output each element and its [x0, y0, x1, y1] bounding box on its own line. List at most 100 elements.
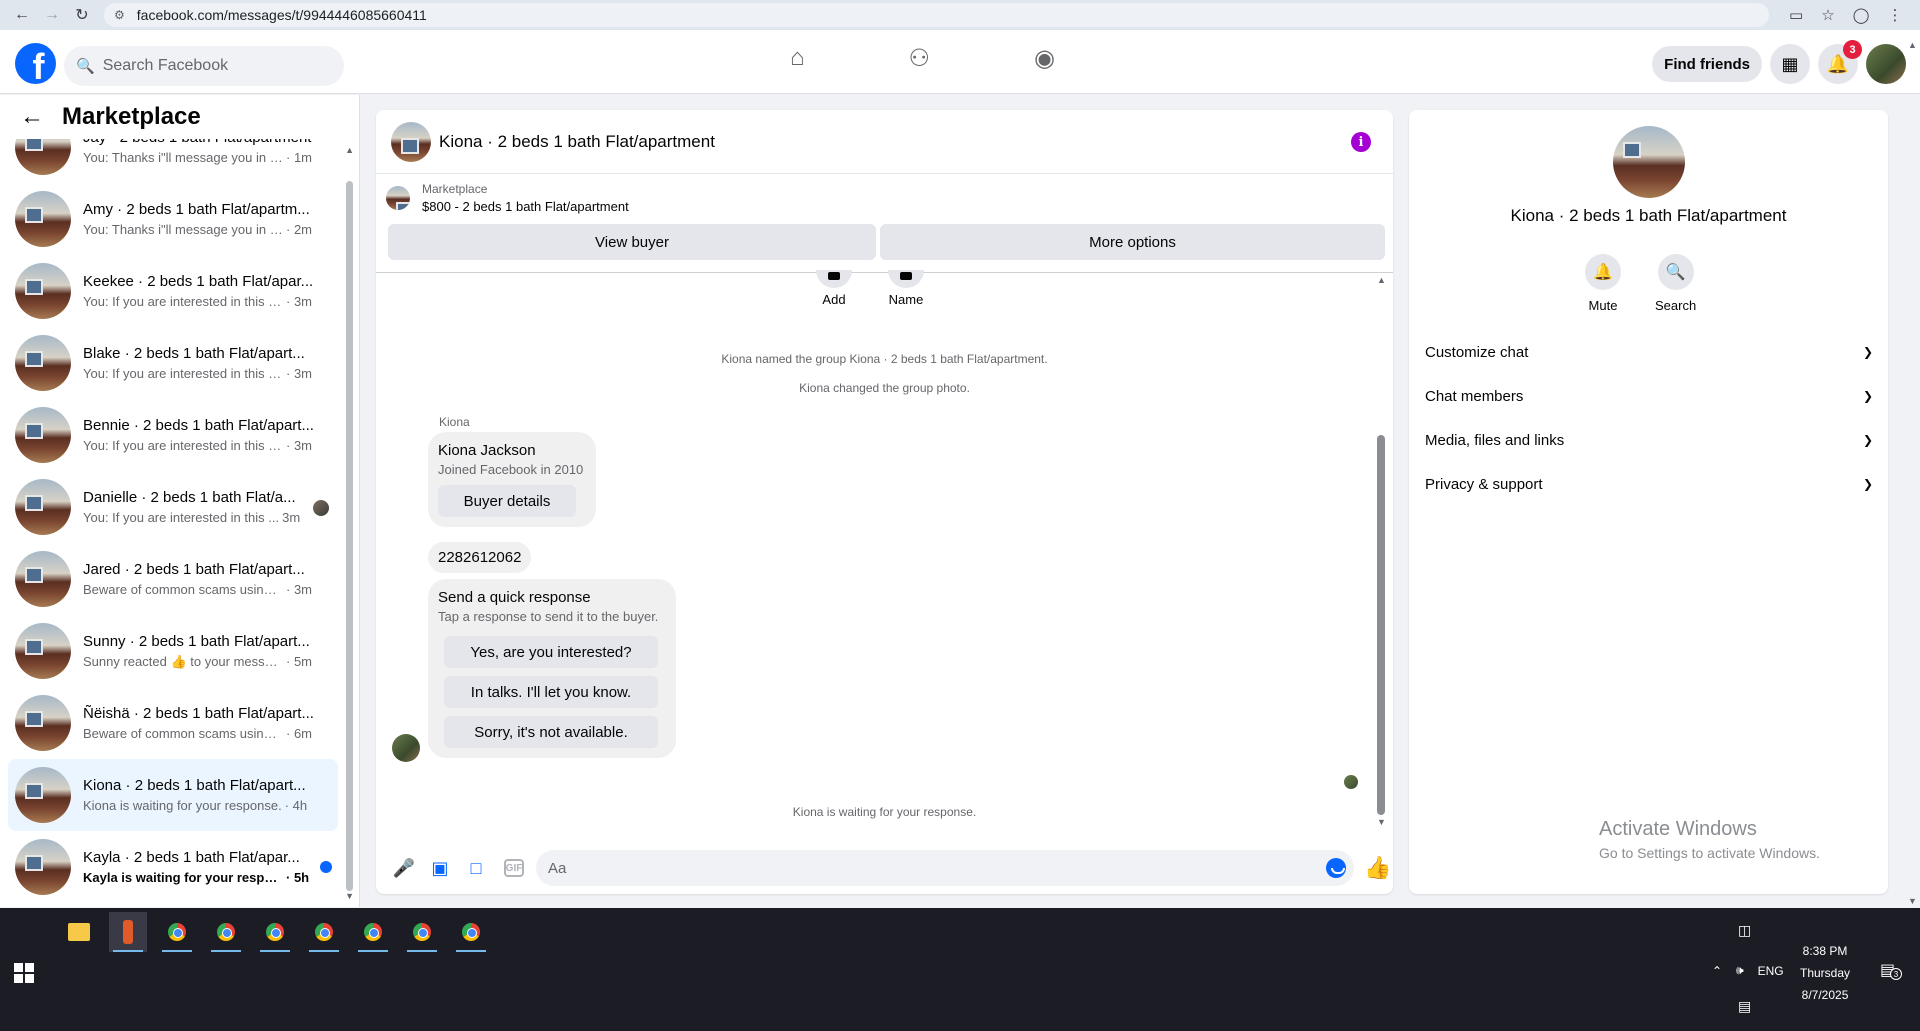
microphone-icon[interactable]: 🎤 [390, 854, 418, 882]
conversation-time: · 3m [286, 582, 312, 597]
chat-thumbnail[interactable] [391, 121, 431, 162]
quick-reply-unavailable-button[interactable]: Sorry, it's not available. [444, 716, 658, 748]
conversation-item[interactable]: Danielle · 2 beds 1 bath Flat/a... You: … [8, 471, 338, 543]
sender-name: Kiona [439, 415, 470, 429]
conversation-list: Jay · 2 beds 1 bath Flat/apartment You: … [8, 119, 338, 903]
quick-reply-talks-button[interactable]: In talks. I'll let you know. [444, 676, 658, 708]
back-arrow-icon[interactable]: ← [10, 3, 34, 27]
listing-thumbnail [386, 186, 410, 210]
conversation-time: · 2m [286, 222, 312, 237]
file-explorer-icon[interactable] [60, 912, 98, 952]
chrome-window-icon[interactable] [354, 912, 392, 952]
privacy-support-row[interactable]: Privacy & support ❯ [1425, 462, 1873, 506]
meet-now-icon[interactable]: ◫ [1738, 922, 1751, 939]
back-arrow-icon[interactable]: ← [20, 103, 44, 131]
chat-header: Kiona · 2 beds 1 bath Flat/apartment i [376, 110, 1393, 174]
message-input[interactable]: Aa [536, 850, 1354, 886]
volume-icon[interactable]: 🕪 [1736, 963, 1744, 978]
forward-arrow-icon[interactable]: → [40, 3, 64, 27]
conversation-item[interactable]: Ñëishä · 2 beds 1 bath Flat/apart... Bew… [8, 687, 338, 759]
groups-icon[interactable]: ◉ [1034, 44, 1055, 73]
scroll-up-icon[interactable]: ▲ [345, 145, 354, 155]
mute-button[interactable]: 🔔 Mute [1585, 254, 1621, 313]
network-icon[interactable]: ▤ [1738, 998, 1751, 1015]
chat-scrollbar[interactable] [1377, 435, 1385, 815]
info-icon[interactable]: i [1351, 132, 1371, 152]
conversation-item[interactable]: Jared · 2 beds 1 bath Flat/apart... Bewa… [8, 543, 338, 615]
chat-photo[interactable] [1613, 126, 1685, 198]
page-scroll-up-icon[interactable]: ▲ [1908, 40, 1917, 50]
notifications-bell-icon[interactable]: 🔔 3 [1818, 40, 1862, 84]
name-group-button[interactable]: Name [888, 270, 924, 307]
add-icon [816, 270, 852, 288]
system-clock[interactable]: 8:38 PM Thursday 8/7/2025 [1800, 940, 1850, 1006]
thumbs-up-icon[interactable]: 👍 [1364, 855, 1391, 881]
conversation-time: · 6m [286, 726, 312, 741]
address-bar[interactable]: ⚙ facebook.com/messages/t/99444460856604… [104, 3, 1769, 27]
language-indicator[interactable]: ENG [1758, 964, 1784, 978]
sidebar-scrollbar[interactable] [346, 181, 353, 891]
add-people-button[interactable]: Add [816, 270, 852, 307]
chrome-window-icon[interactable] [256, 912, 294, 952]
media-files-links-row[interactable]: Media, files and links ❯ [1425, 418, 1873, 462]
search-input[interactable]: 🔍 Search Facebook [64, 46, 344, 86]
profile-icon[interactable]: ◯ [1853, 6, 1870, 24]
conversation-item[interactable]: Amy · 2 beds 1 bath Flat/apartm... You: … [8, 183, 338, 255]
conversation-item-unread[interactable]: Kayla · 2 beds 1 bath Flat/apar... Kayla… [8, 831, 338, 903]
chat-panel: Kiona · 2 beds 1 bath Flat/apartment i M… [376, 110, 1393, 894]
conversation-name: Blake · 2 beds 1 bath Flat/apart... [83, 345, 305, 362]
section-label: Chat members [1425, 387, 1524, 405]
listing-summary[interactable]: Marketplace $800 - 2 beds 1 bath Flat/ap… [386, 182, 629, 214]
more-options-button[interactable]: More options [880, 224, 1385, 260]
system-message: Kiona changed the group photo. [799, 381, 970, 395]
reload-icon[interactable]: ↻ [70, 3, 94, 27]
conversation-snippet: You: If you are interested in this ... [83, 510, 280, 525]
chrome-window-icon[interactable] [158, 912, 196, 952]
listing-thumbnail [15, 767, 71, 823]
chat-members-row[interactable]: Chat members ❯ [1425, 374, 1873, 418]
chrome-window-icon[interactable] [452, 912, 490, 952]
chrome-window-icon[interactable] [403, 912, 441, 952]
gif-icon[interactable]: GIF [504, 859, 524, 877]
emoji-icon[interactable] [1326, 858, 1346, 878]
buyer-details-button[interactable]: Buyer details [438, 485, 576, 517]
chat-title[interactable]: Kiona · 2 beds 1 bath Flat/apartment [439, 132, 715, 152]
menu-kebab-icon[interactable]: ⋮ [1887, 6, 1902, 24]
scroll-down-icon[interactable]: ▼ [345, 891, 354, 901]
conversation-item[interactable]: Keekee · 2 beds 1 bath Flat/apar... You:… [8, 255, 338, 327]
conversation-item[interactable]: Bennie · 2 beds 1 bath Flat/apart... You… [8, 399, 338, 471]
chevron-down-icon: ❯ [1862, 433, 1873, 447]
chrome-window-icon[interactable] [207, 912, 245, 952]
search-button[interactable]: 🔍 Search [1655, 254, 1696, 313]
conversation-snippet: Sunny reacted 👍 to your message [83, 653, 283, 669]
conversation-item[interactable]: Blake · 2 beds 1 bath Flat/apart... You:… [8, 327, 338, 399]
conversation-item[interactable]: Sunny · 2 beds 1 bath Flat/apart... Sunn… [8, 615, 338, 687]
customize-chat-row[interactable]: Customize chat ❯ [1425, 330, 1873, 374]
scroll-down-icon[interactable]: ▼ [1377, 817, 1386, 827]
home-icon[interactable]: ⌂ [790, 44, 805, 73]
bookmark-star-icon[interactable]: ☆ [1821, 6, 1834, 24]
view-buyer-button[interactable]: View buyer [388, 224, 876, 260]
menu-grid-icon[interactable]: ▦ [1770, 44, 1810, 84]
facebook-logo-icon[interactable]: f [15, 43, 56, 84]
install-app-icon[interactable]: ▭ [1789, 6, 1803, 24]
tray-chevron-up-icon[interactable]: ⌃ [1712, 964, 1722, 978]
conversation-name: Keekee · 2 beds 1 bath Flat/apar... [83, 273, 314, 290]
conversation-time: · 5m [286, 653, 312, 669]
scroll-up-icon[interactable]: ▲ [1377, 275, 1386, 285]
account-avatar[interactable] [1866, 44, 1906, 84]
find-friends-button[interactable]: Find friends [1652, 46, 1762, 82]
listing-label: Marketplace [422, 182, 488, 196]
conversation-item-active[interactable]: Kiona · 2 beds 1 bath Flat/apart... Kion… [8, 759, 338, 831]
quick-reply-yes-button[interactable]: Yes, are you interested? [444, 636, 658, 668]
sticker-icon[interactable]: □ [462, 854, 490, 882]
action-center-icon[interactable]: ▤ 3 [1880, 960, 1902, 980]
site-info-icon[interactable]: ⚙ [114, 8, 125, 22]
photo-icon[interactable]: ▣ [426, 854, 454, 882]
windows-start-icon[interactable] [14, 963, 34, 983]
conversation-time: · 5h [286, 870, 310, 885]
friends-icon[interactable]: ⚇ [909, 44, 931, 73]
page-scroll-down-icon[interactable]: ▼ [1908, 896, 1917, 906]
chrome-window-icon[interactable] [305, 912, 343, 952]
snipping-tool-icon[interactable] [109, 912, 147, 952]
